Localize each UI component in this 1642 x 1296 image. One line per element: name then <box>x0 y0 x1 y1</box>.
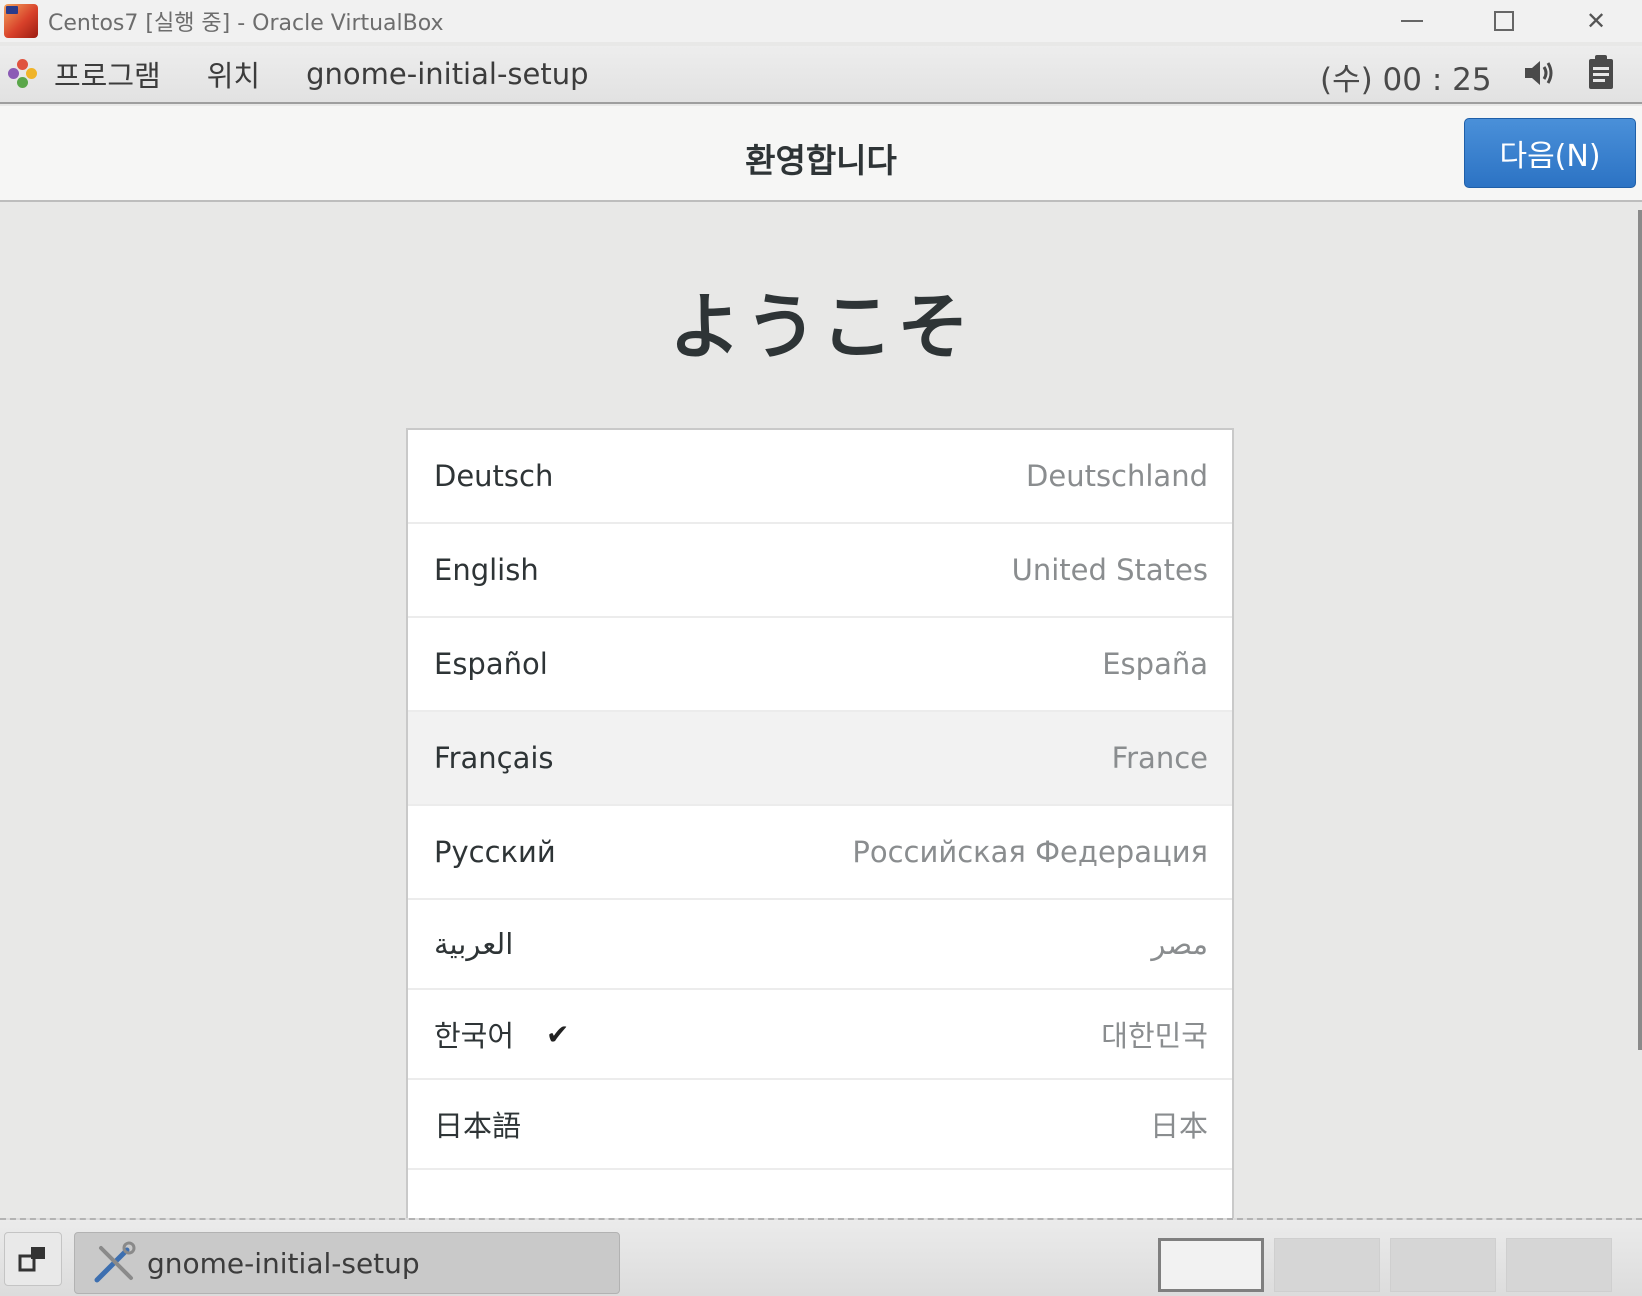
settings-tools-icon <box>94 1241 136 1283</box>
language-region: مصر <box>1151 927 1208 961</box>
scrollbar[interactable] <box>1638 210 1642 1050</box>
host-window-controls: ✕ <box>1366 0 1642 42</box>
volume-icon[interactable] <box>1522 56 1556 90</box>
clipboard-icon[interactable] <box>1586 54 1618 92</box>
page-title: 환영합니다 <box>745 141 897 180</box>
language-name: Français <box>434 741 554 775</box>
applications-menu[interactable]: 프로그램 <box>54 53 161 95</box>
host-titlebar: Centos7 [실행 중] - Oracle VirtualBox ✕ <box>0 0 1642 42</box>
close-button[interactable]: ✕ <box>1550 0 1642 42</box>
language-region: France <box>1111 741 1208 775</box>
language-row-arabic[interactable]: العربية مصر <box>408 900 1232 990</box>
language-row-english[interactable]: English United States <box>408 524 1232 618</box>
language-row-korean[interactable]: 한국어 ✔ 대한민국 <box>408 990 1232 1080</box>
language-region: 대한민국 <box>1101 1019 1208 1053</box>
workspace-1[interactable] <box>1158 1238 1264 1292</box>
language-region: Deutschland <box>1026 459 1208 493</box>
workspace-4[interactable] <box>1506 1238 1612 1292</box>
minimize-icon <box>1401 20 1423 22</box>
language-row-espanol[interactable]: Español España <box>408 618 1232 712</box>
language-region: 日本 <box>1149 1109 1208 1143</box>
welcome-heading: ようこそ <box>668 285 973 369</box>
workspace-3[interactable] <box>1390 1238 1496 1292</box>
workspace-2[interactable] <box>1274 1238 1380 1292</box>
gnome-foot-icon <box>8 59 38 89</box>
language-name: 한국어 <box>434 1019 515 1053</box>
main-content: ようこそ Deutsch Deutschland English United … <box>0 204 1642 1220</box>
app-menu[interactable]: gnome-initial-setup <box>306 57 588 91</box>
checkmark-icon: ✔ <box>546 1017 570 1051</box>
virtualbox-logo-icon <box>4 4 38 38</box>
language-row-francais[interactable]: Français France <box>408 712 1232 806</box>
places-menu[interactable]: 위치 <box>207 53 260 95</box>
language-row-deutsch[interactable]: Deutsch Deutschland <box>408 430 1232 524</box>
close-icon: ✕ <box>1585 7 1607 35</box>
language-list: Deutsch Deutschland English United State… <box>406 428 1234 1220</box>
header-bar: 환영합니다 다음(N) <box>0 106 1642 202</box>
language-row-chinese[interactable]: 汉语 中国 <box>408 1170 1232 1220</box>
maximize-icon <box>1494 11 1514 31</box>
next-button[interactable]: 다음(N) <box>1464 118 1636 188</box>
maximize-button[interactable] <box>1458 0 1550 42</box>
show-desktop-icon <box>18 1247 45 1272</box>
language-name: Español <box>434 647 548 681</box>
language-region: Российская Федерация <box>852 835 1208 869</box>
language-name: 日本語 <box>434 1109 522 1143</box>
clock[interactable]: (수) 00 : 25 <box>1320 54 1492 99</box>
language-row-japanese[interactable]: 日本語 日本 <box>408 1080 1232 1170</box>
language-name: العربية <box>434 927 514 961</box>
bottom-taskbar: gnome-initial-setup <box>0 1218 1642 1296</box>
language-name: English <box>434 553 539 587</box>
task-gnome-initial-setup[interactable]: gnome-initial-setup <box>74 1232 620 1294</box>
language-region: United States <box>1011 553 1208 587</box>
language-region: España <box>1102 647 1208 681</box>
minimize-button[interactable] <box>1366 0 1458 42</box>
language-row-russian[interactable]: Русский Российская Федерация <box>408 806 1232 900</box>
language-name: Deutsch <box>434 459 554 493</box>
gnome-top-bar: 프로그램 위치 gnome-initial-setup (수) 00 : 25 <box>0 46 1642 104</box>
language-name: Русский <box>434 835 556 869</box>
show-desktop-button[interactable] <box>4 1232 62 1286</box>
host-window-title: Centos7 [실행 중] - Oracle VirtualBox <box>48 11 444 36</box>
task-label: gnome-initial-setup <box>147 1246 420 1280</box>
